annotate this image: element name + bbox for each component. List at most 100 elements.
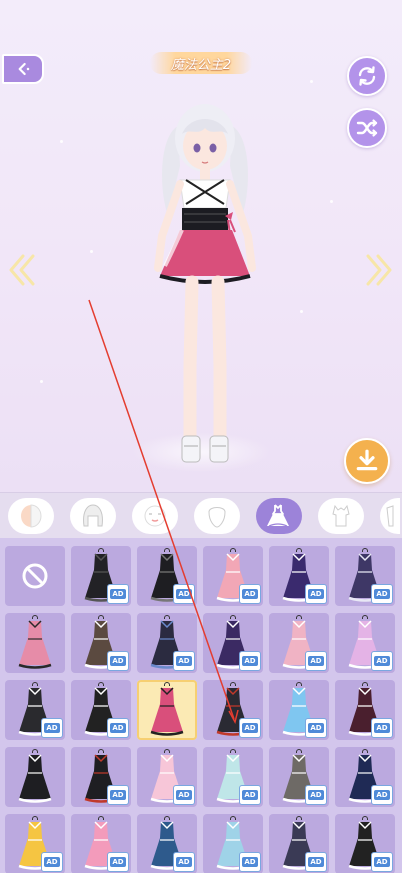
back-arrow-icon xyxy=(18,62,30,76)
ad-badge-label: AD xyxy=(176,589,192,599)
outfit-item[interactable]: AD xyxy=(71,814,131,873)
ad-badge: AD xyxy=(173,785,195,805)
ad-badge: AD xyxy=(107,584,129,604)
outfit-item[interactable]: AD xyxy=(71,747,131,807)
ad-badge-label: AD xyxy=(308,857,324,867)
ad-badge-label: AD xyxy=(44,723,60,733)
ad-badge-label: AD xyxy=(110,723,126,733)
ad-badge: AD xyxy=(371,584,393,604)
outfit-item[interactable]: AD xyxy=(137,546,197,606)
tab-head[interactable] xyxy=(194,497,240,534)
ad-badge-label: AD xyxy=(374,790,390,800)
ad-badge: AD xyxy=(239,651,261,671)
outfit-grid: AD AD AD AD AD AD AD AD AD AD AD AD AD AD AD AD AD AD AD AD… xyxy=(5,546,402,873)
tab-face[interactable] xyxy=(8,497,54,534)
ad-badge-label: AD xyxy=(242,857,258,867)
ad-badge-label: AD xyxy=(110,790,126,800)
ad-badge-label: AD xyxy=(242,790,258,800)
ad-badge: AD xyxy=(107,852,129,872)
outfit-item[interactable]: AD xyxy=(203,814,263,873)
ad-badge-label: AD xyxy=(110,589,126,599)
character-model xyxy=(154,104,256,463)
outfit-item[interactable]: AD xyxy=(71,546,131,606)
outfit-item[interactable] xyxy=(5,747,65,807)
outfit-grid-area: AD AD AD AD AD AD AD AD AD AD AD AD AD AD AD AD AD AD AD AD… xyxy=(0,538,402,873)
tab-dress[interactable] xyxy=(256,497,302,534)
shuffle-icon xyxy=(356,119,378,137)
outfit-item[interactable]: AD xyxy=(203,747,263,807)
outfit-item[interactable]: AD xyxy=(335,546,395,606)
outfit-item[interactable]: AD xyxy=(335,680,395,740)
ad-badge-label: AD xyxy=(242,656,258,666)
outfit-item[interactable]: AD xyxy=(203,680,263,740)
tab-expression[interactable] xyxy=(132,497,178,534)
back-button[interactable] xyxy=(2,54,44,84)
outfit-item[interactable]: AD xyxy=(203,613,263,673)
outfit-item[interactable]: AD xyxy=(137,613,197,673)
outfit-item[interactable]: AD xyxy=(269,546,329,606)
outfit-item[interactable]: AD xyxy=(269,680,329,740)
tab-more[interactable] xyxy=(380,497,400,534)
ad-badge-label: AD xyxy=(110,857,126,867)
outfit-item[interactable]: AD xyxy=(335,814,395,873)
outfit-item[interactable]: AD xyxy=(269,747,329,807)
rotate-button[interactable] xyxy=(347,56,387,96)
ad-badge: AD xyxy=(239,584,261,604)
outfit-none-item[interactable] xyxy=(5,546,65,606)
ad-badge: AD xyxy=(371,651,393,671)
outfit-title-text: 魔法公主2 xyxy=(170,57,232,73)
rotate-icon xyxy=(358,66,376,86)
ad-badge-label: AD xyxy=(176,857,192,867)
ad-badge: AD xyxy=(305,852,327,872)
ad-badge-label: AD xyxy=(176,790,192,800)
outfit-item[interactable]: AD xyxy=(269,814,329,873)
ad-badge: AD xyxy=(305,584,327,604)
top-icon xyxy=(332,504,350,526)
ad-badge: AD xyxy=(41,852,63,872)
ad-badge-label: AD xyxy=(110,656,126,666)
ad-badge: AD xyxy=(305,651,327,671)
outfit-item[interactable]: AD xyxy=(71,613,131,673)
outfit-item[interactable]: AD xyxy=(335,613,395,673)
outfit-item[interactable]: AD xyxy=(269,613,329,673)
ad-badge: AD xyxy=(107,651,129,671)
outfit-item[interactable]: AD xyxy=(5,680,65,740)
face-icon xyxy=(21,503,42,528)
ad-badge: AD xyxy=(239,785,261,805)
tab-hair[interactable] xyxy=(70,497,116,534)
ad-badge-label: AD xyxy=(374,656,390,666)
ad-badge: AD xyxy=(239,718,261,738)
outfit-item[interactable]: AD xyxy=(137,747,197,807)
ad-badge-label: AD xyxy=(308,589,324,599)
outfit-item[interactable]: AD xyxy=(71,680,131,740)
outfit-item[interactable]: AD xyxy=(5,814,65,873)
previous-arrow-icon[interactable] xyxy=(7,250,37,290)
outfit-thumbnail-icon xyxy=(150,687,184,736)
shuffle-button[interactable] xyxy=(347,108,387,148)
tab-top[interactable] xyxy=(318,497,364,534)
head-icon xyxy=(208,506,226,528)
ad-badge-label: AD xyxy=(176,656,192,666)
outfit-item[interactable]: AD xyxy=(203,546,263,606)
dress-icon xyxy=(267,503,289,527)
ad-badge: AD xyxy=(107,785,129,805)
ad-badge: AD xyxy=(371,785,393,805)
outfit-title: 魔法公主2 xyxy=(150,52,252,74)
ad-badge-label: AD xyxy=(242,723,258,733)
ad-badge: AD xyxy=(173,584,195,604)
outfit-item[interactable]: AD xyxy=(335,747,395,807)
outfit-item[interactable] xyxy=(5,613,65,673)
outfit-item[interactable] xyxy=(137,680,197,740)
no-outfit-icon xyxy=(22,563,48,589)
ad-badge: AD xyxy=(371,852,393,872)
ad-badge-label: AD xyxy=(374,723,390,733)
outfit-thumbnail-icon xyxy=(18,754,52,803)
ad-badge-label: AD xyxy=(308,723,324,733)
outfit-item[interactable]: AD xyxy=(137,814,197,873)
ad-badge: AD xyxy=(305,718,327,738)
download-button[interactable] xyxy=(344,438,390,484)
ad-badge: AD xyxy=(173,651,195,671)
ad-badge-label: AD xyxy=(44,857,60,867)
ad-badge: AD xyxy=(371,718,393,738)
next-arrow-icon[interactable] xyxy=(364,250,394,290)
